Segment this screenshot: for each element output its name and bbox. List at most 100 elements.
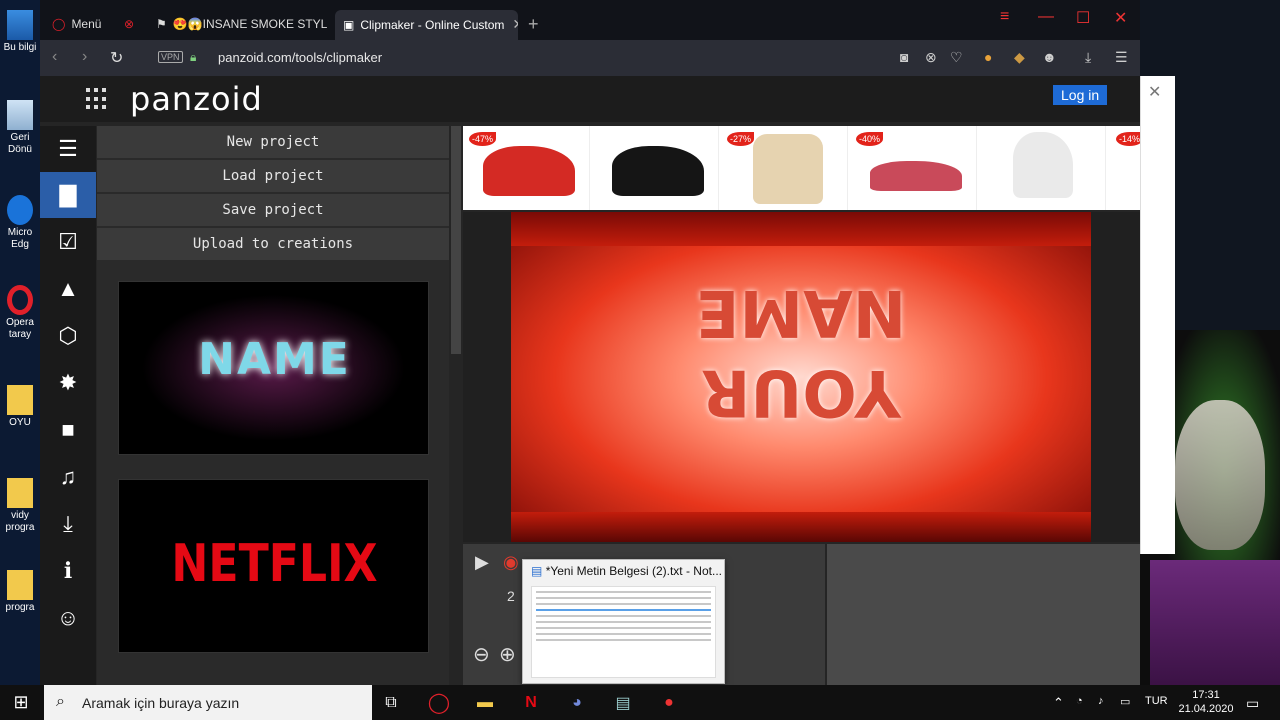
url-field[interactable]: panzoid.com/tools/clipmaker <box>218 50 382 65</box>
ad-item[interactable] <box>981 126 1106 210</box>
chevron-up-icon[interactable]: ⌃ <box>1053 695 1064 711</box>
template-thumbnail-netflix[interactable]: NETFLIX <box>118 479 429 653</box>
video-preview[interactable]: YOUR NAME <box>511 212 1091 542</box>
computer-icon <box>7 10 33 40</box>
wifi-icon[interactable]: ◔ <box>1076 695 1083 707</box>
desktop-icon-label: Bu bilgi <box>3 42 37 53</box>
video-camera-icon[interactable]: ■ <box>40 407 96 453</box>
adblock-icon[interactable]: ⊗ <box>925 49 937 66</box>
discount-badge: -27% <box>727 132 755 146</box>
play-icon[interactable]: ▶ <box>475 552 489 573</box>
discount-badge: -40% <box>856 132 884 146</box>
desktop-icon-opera[interactable]: Opera taray <box>0 285 40 341</box>
image-mountain-icon[interactable]: ▲ <box>40 266 96 312</box>
new-tab-button[interactable]: + <box>520 10 544 38</box>
tab-insane-smoke[interactable]: ⚑ 😍😱INSANE SMOKE STYL ✕ <box>148 10 333 38</box>
close-window-icon[interactable]: ✕ <box>1114 8 1127 28</box>
download-icon[interactable]: ⤓ <box>1085 49 1091 66</box>
ad-item[interactable]: -27% <box>723 126 848 210</box>
upload-creations-button[interactable]: Upload to creations <box>97 228 449 261</box>
windows-start-icon[interactable]: ⊞ <box>6 689 36 716</box>
close-tab-icon[interactable]: ✕ <box>504 16 518 33</box>
new-project-button[interactable]: New project <box>97 126 449 159</box>
panzoid-logo[interactable]: panzoid <box>130 80 263 118</box>
login-button[interactable]: Log in <box>1053 85 1108 105</box>
opera-taskbar-icon[interactable]: ◯ <box>424 689 454 716</box>
desktop-icon-this-pc[interactable]: Bu bilgi <box>0 10 40 54</box>
top-nav: panzoid Log in ✕ <box>40 76 1161 122</box>
desktop-icon-label: vidy progra <box>5 510 35 533</box>
camera-icon[interactable]: ◙ <box>900 49 908 65</box>
download-arrow-icon[interactable]: ⤓ <box>40 501 96 547</box>
checkbox-icon[interactable]: ☑ <box>40 219 96 265</box>
desktop-icon-edge[interactable]: Micro Edg <box>0 195 40 251</box>
tab-gx[interactable]: ⊗ <box>116 10 142 38</box>
ad-item[interactable]: -14% <box>1110 126 1140 210</box>
discord-icon[interactable]: ◕ <box>562 689 592 716</box>
project-menu-panel: New project Load project Save project Up… <box>97 126 449 685</box>
desktop-icon-folder-program[interactable]: progra <box>0 570 40 614</box>
desktop-icon-folder-oyun[interactable]: OYU <box>0 385 40 429</box>
folder-icon <box>7 570 33 600</box>
lock-icon: 🔒︎ <box>190 50 197 64</box>
robot-icon[interactable]: ☻ <box>1042 49 1057 65</box>
folder-icon <box>7 478 33 508</box>
maximize-icon[interactable]: ☐ <box>1076 8 1090 28</box>
vpn-badge[interactable]: VPN <box>158 51 183 63</box>
language-indicator[interactable]: TUR <box>1145 695 1168 707</box>
save-project-button[interactable]: Save project <box>97 194 449 227</box>
shoe-image <box>1013 132 1073 198</box>
load-project-button[interactable]: Load project <box>97 160 449 193</box>
forward-icon[interactable]: › <box>82 48 87 66</box>
reload-icon[interactable]: ↻ <box>110 48 123 68</box>
notepad-preview-thumbnail <box>531 586 716 678</box>
volume-icon[interactable]: ♪ <box>1098 695 1104 707</box>
desktop-icon-strip: Bu bilgi Geri Dönü Micro Edg Opera taray… <box>0 0 40 685</box>
app-icon[interactable]: ● <box>654 689 684 716</box>
eye-icon[interactable]: ◉ <box>503 552 519 573</box>
folder-icon[interactable]: ▇ <box>40 172 96 218</box>
template-thumbnail-name[interactable]: NAME <box>118 281 429 455</box>
back-icon[interactable]: ‹ <box>52 48 57 66</box>
music-note-icon[interactable]: ♫ <box>40 454 96 500</box>
taskbar: ⊞ ⌕ Aramak için buraya yazın ⧉ ◯ ▬ N ◕ ▤… <box>0 685 1280 720</box>
ad-item[interactable] <box>594 126 719 210</box>
tab-menu[interactable]: ◯ Menü <box>44 10 114 38</box>
taskbar-preview-notepad[interactable]: ▤ *Yeni Metin Belgesi (2).txt - Not... <box>522 559 725 684</box>
info-icon[interactable]: ℹ <box>40 548 96 594</box>
ad-banner[interactable]: -47% -27% -40% -14% <box>463 126 1140 210</box>
tab-menu-icon[interactable]: ≡ <box>1000 8 1009 26</box>
hamburger-menu-icon[interactable]: ☰ <box>40 126 96 172</box>
template-title: NETFLIX <box>171 534 378 594</box>
zoom-out-icon[interactable]: ⊖ <box>473 642 490 667</box>
clock[interactable]: 17:31 21.04.2020 <box>1176 688 1236 716</box>
taskbar-search[interactable]: ⌕ Aramak için buraya yazın <box>44 685 372 720</box>
ad-item[interactable]: -40% <box>852 126 977 210</box>
close-icon[interactable]: ✕ <box>1148 82 1161 102</box>
zoom-in-icon[interactable]: ⊕ <box>499 642 516 667</box>
shoe-image <box>483 146 575 196</box>
desktop-icon-recycle[interactable]: Geri Dönü <box>0 100 40 156</box>
cookie-icon[interactable]: ● <box>984 49 992 65</box>
preview-top-band <box>511 212 1091 246</box>
minimize-icon[interactable]: — <box>1038 8 1054 26</box>
easy-setup-icon[interactable]: ☰ <box>1115 49 1128 66</box>
notification-icon[interactable]: ▭ <box>1246 695 1259 712</box>
cube-3d-icon[interactable]: ⬡ <box>40 313 96 359</box>
shoe-image <box>612 146 704 196</box>
effects-burst-icon[interactable]: ✸ <box>40 360 96 406</box>
extension-icon[interactable]: ◆ <box>1014 49 1025 66</box>
battery-icon[interactable]: ▭ <box>1120 695 1130 708</box>
notepad-taskbar-icon[interactable]: ▤ <box>608 689 638 716</box>
preview-bottom-band <box>511 512 1091 542</box>
desktop-icon-folder-vidyo[interactable]: vidy progra <box>0 478 40 534</box>
file-explorer-icon[interactable]: ▬ <box>470 689 500 716</box>
apps-grid-icon[interactable] <box>86 88 108 110</box>
close-tab-icon[interactable]: ✕ <box>327 16 333 33</box>
smiley-icon[interactable]: ☺ <box>40 595 96 641</box>
netflix-icon[interactable]: N <box>516 689 546 716</box>
menu-scrollbar[interactable] <box>451 126 461 354</box>
ad-item[interactable]: -47% <box>465 126 590 210</box>
heart-icon[interactable]: ♡ <box>950 49 963 66</box>
task-view-icon[interactable]: ⧉ <box>376 689 406 716</box>
